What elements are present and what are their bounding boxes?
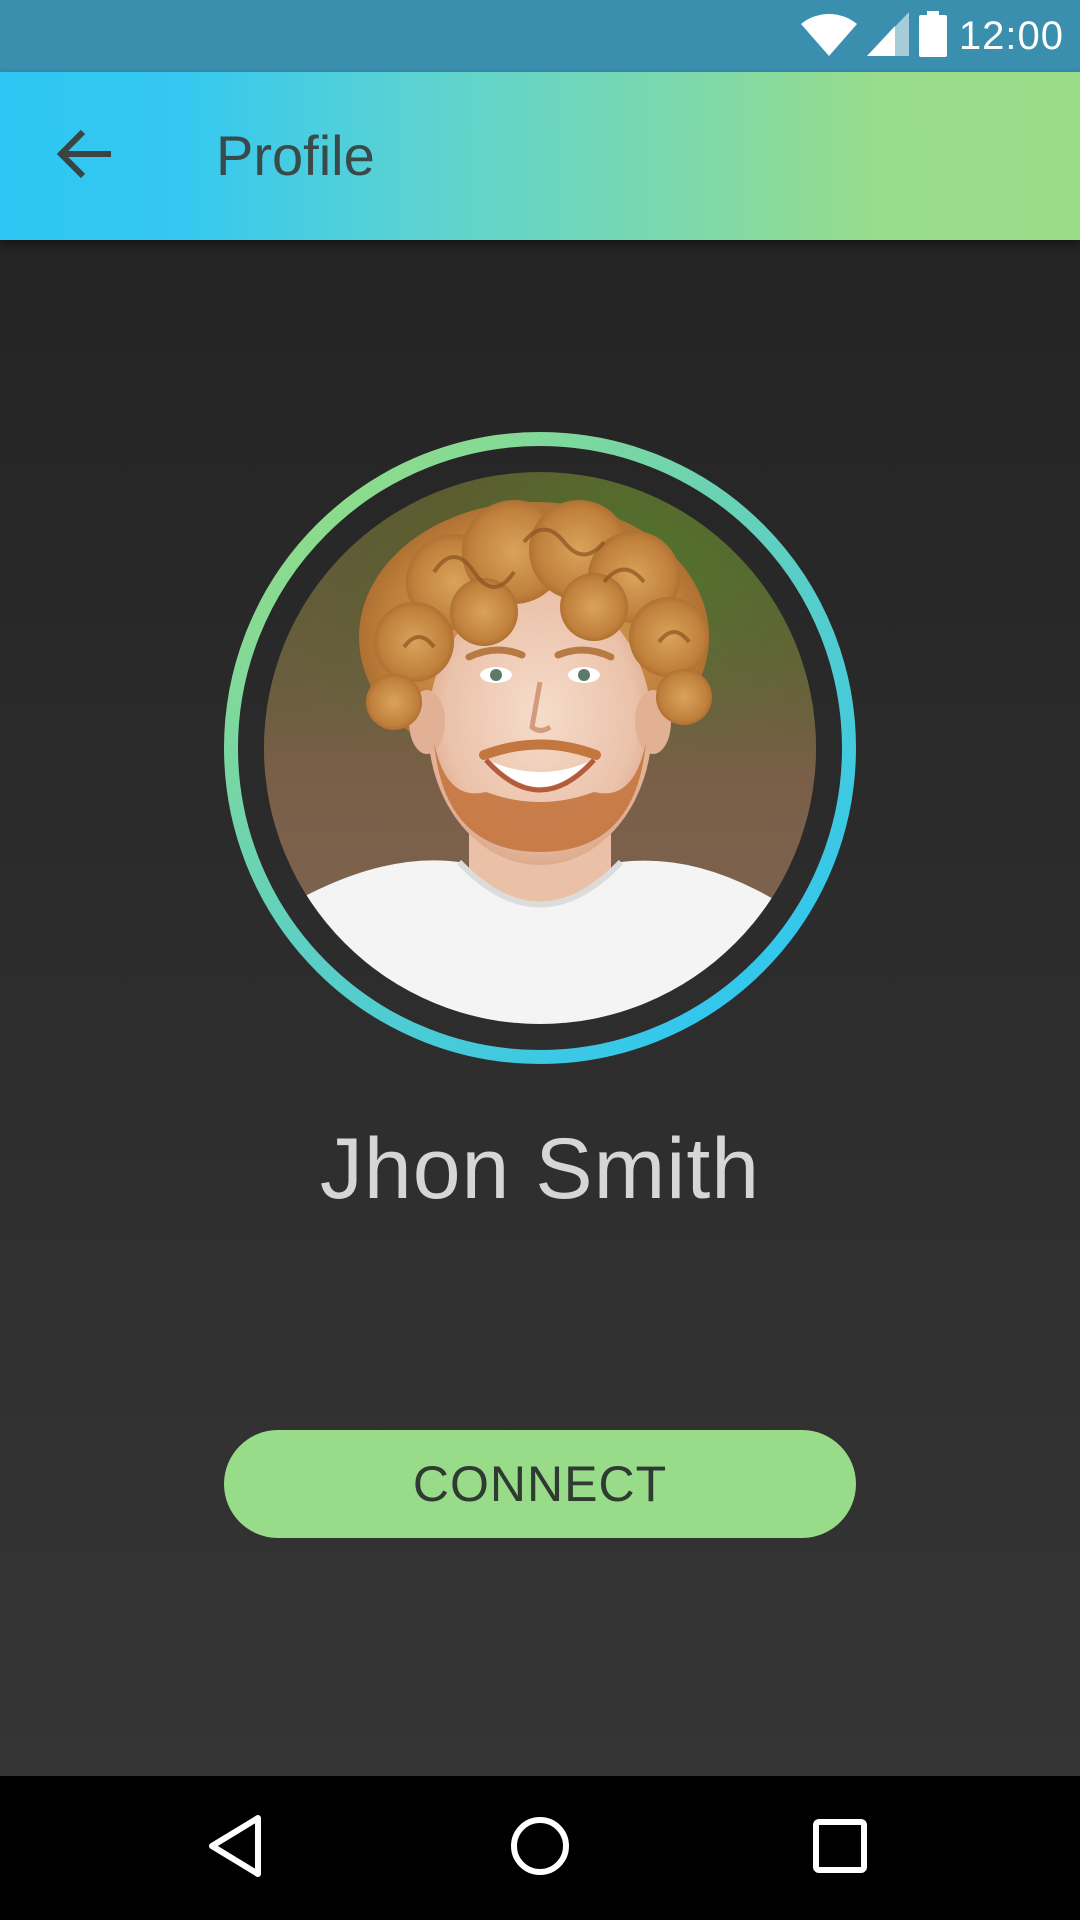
status-time: 12:00	[958, 13, 1064, 58]
app-bar: Profile	[0, 72, 1080, 240]
page-title: Profile	[216, 124, 375, 187]
arrow-left-icon	[56, 128, 113, 185]
back-button[interactable]	[40, 116, 130, 196]
back-triangle-icon	[206, 1814, 266, 1883]
profile-screen: 12:00 Profile Jhon Smith CONNECT	[0, 0, 1080, 1920]
profile-content: Jhon Smith CONNECT	[0, 240, 1080, 1776]
nav-home-button[interactable]	[492, 1800, 588, 1896]
avatar[interactable]	[224, 432, 856, 1064]
system-nav-bar	[0, 1776, 1080, 1920]
profile-name: Jhon Smith	[319, 1121, 761, 1217]
profile-photo	[264, 472, 816, 1024]
nav-back-button[interactable]	[188, 1800, 284, 1896]
home-circle-icon	[508, 1814, 572, 1883]
cell-signal-icon	[865, 10, 911, 63]
nav-recents-button[interactable]	[792, 1800, 888, 1896]
connect-button[interactable]: CONNECT	[224, 1430, 856, 1538]
recents-square-icon	[810, 1816, 870, 1881]
wifi-icon	[799, 10, 859, 63]
status-bar: 12:00	[0, 0, 1080, 72]
battery-icon	[917, 10, 949, 63]
